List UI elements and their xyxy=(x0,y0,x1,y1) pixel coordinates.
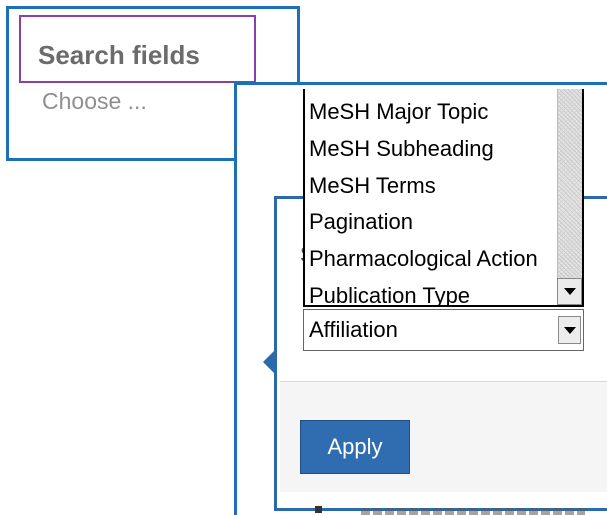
search-fields-title: Search fields xyxy=(19,15,256,83)
choose-link[interactable]: Choose ... xyxy=(42,88,147,115)
select-current-value: Affiliation xyxy=(309,317,398,342)
chevron-down-icon xyxy=(563,288,576,295)
dropdown-options: MeSH Major Topic MeSH Subheading MeSH Te… xyxy=(309,94,559,305)
dropdown-scrollbar[interactable] xyxy=(557,89,582,305)
dropdown-option-mesh-terms[interactable]: MeSH Terms xyxy=(309,168,559,205)
chevron-down-icon xyxy=(563,326,576,334)
select-arrow-button[interactable] xyxy=(558,316,581,344)
dropdown-option-mesh-subheading[interactable]: MeSH Subheading xyxy=(309,131,559,168)
dropdown-option-mesh-major-topic[interactable]: MeSH Major Topic xyxy=(309,94,559,131)
search-field-dropdown-list[interactable]: MeSH Major Topic MeSH Subheading MeSH Te… xyxy=(303,89,584,307)
screenshot-stage: Search fields Choose ... S Apply MeSH Ma… xyxy=(0,0,607,515)
popup-pointer xyxy=(263,349,276,375)
cut-off-list-item xyxy=(315,498,585,515)
cut-off-text xyxy=(361,508,585,515)
bullet-icon xyxy=(315,506,322,513)
dropdown-option-pagination[interactable]: Pagination xyxy=(309,204,559,241)
scroll-down-button[interactable] xyxy=(557,278,582,305)
dropdown-option-publication-type[interactable]: Publication Type xyxy=(309,278,559,305)
apply-button[interactable]: Apply xyxy=(300,420,410,474)
search-field-select[interactable]: Affiliation xyxy=(303,309,584,351)
dropdown-option-pharmacological-action[interactable]: Pharmacological Action xyxy=(309,241,559,278)
